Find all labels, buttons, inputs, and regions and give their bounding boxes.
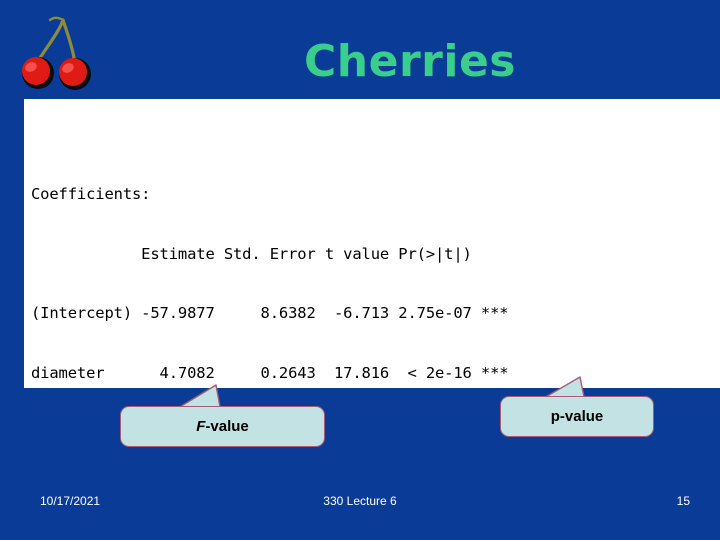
code-line: Coefficients:: [31, 184, 151, 203]
callout-f-value-label-rest: -value: [205, 418, 249, 435]
code-line-header: Estimate Std. Error t value Pr(>|t|): [31, 244, 472, 263]
footer-page-number: 15: [676, 494, 690, 508]
slide-footer: 10/17/2021 330 Lecture 6 15: [0, 490, 720, 516]
callout-f-value: F -value: [120, 384, 330, 447]
callout-f-value-label: F -value: [120, 406, 325, 447]
callout-p-value: p-value: [500, 376, 654, 437]
footer-title: 330 Lecture 6: [323, 494, 397, 508]
callout-f-value-label-italic: F: [196, 418, 206, 435]
page-title: Cherries: [304, 36, 516, 87]
callout-p-value-label: p-value: [500, 396, 654, 437]
slide: Cherries Coefficients: Estimate Std. Err…: [0, 0, 720, 540]
r-output-text: Coefficients: Estimate Std. Error t valu…: [31, 145, 600, 388]
cherries-illustration: [16, 14, 102, 96]
r-output-panel: Coefficients: Estimate Std. Error t valu…: [24, 99, 720, 388]
table-row: (Intercept) -57.9877 8.6382 -6.713 2.75e…: [31, 304, 509, 323]
